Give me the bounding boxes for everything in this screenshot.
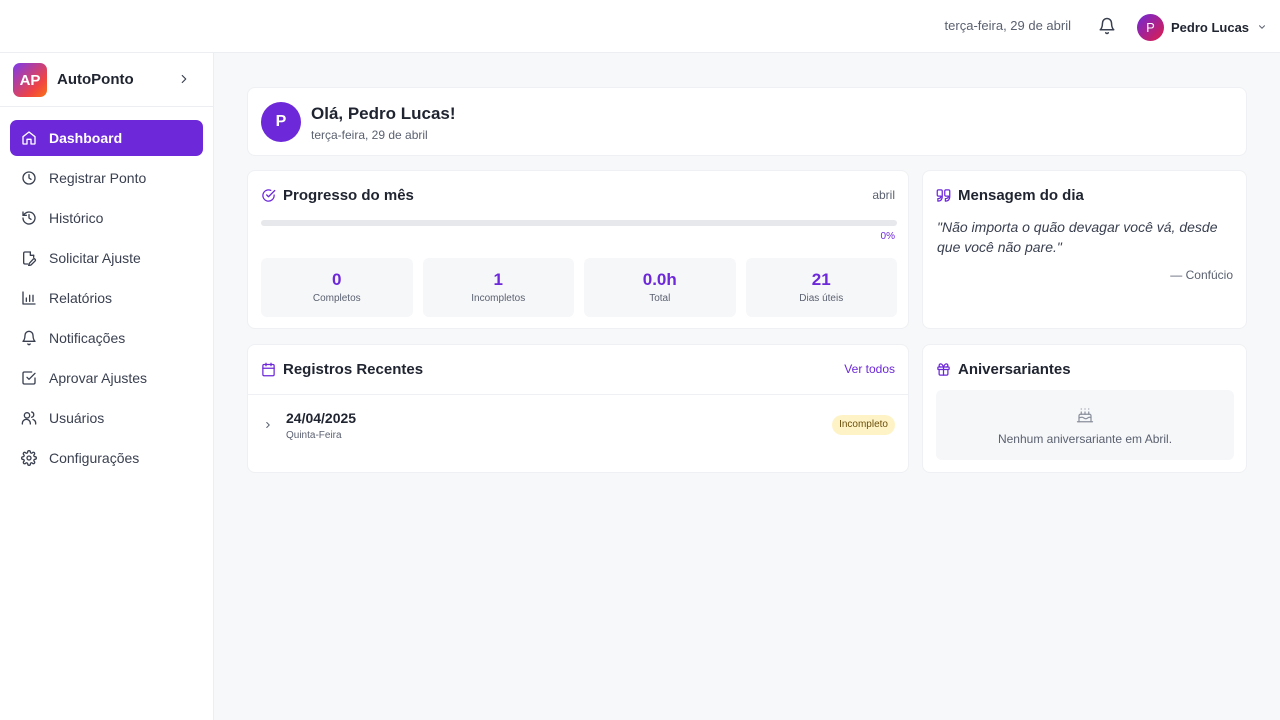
sidebar-nav: Dashboard Registrar Ponto Histórico Soli… [10,120,203,480]
sidebar-item-label: Notificações [49,330,126,346]
sidebar-item-usuarios[interactable]: Usuários [10,400,203,436]
record-date: 24/04/2025 [286,410,357,426]
see-all-link[interactable]: Ver todos [844,362,895,376]
stat-total: 0.0h Total [584,258,736,317]
avatar: P [1137,13,1164,41]
users-icon [21,411,37,425]
sidebar-item-label: Aprovar Ajustes [49,370,148,386]
stat-value: 0.0h [642,270,677,289]
recent-header: Registros Recentes [261,361,423,378]
stat-label: Completos [312,293,361,304]
chevron-right-icon [266,421,270,429]
sidebar-item-label: Configurações [49,450,140,466]
message-header: Mensagem do dia [936,187,1084,204]
calendar-icon [262,362,275,377]
greeting-card: P Olá, Pedro Lucas! terça-feira, 29 de a… [247,87,1247,156]
list-item[interactable]: 24/04/2025 Quinta-Feira Incompleto [248,395,908,455]
user-name: Pedro Lucas [1171,19,1250,35]
gear-icon [21,450,37,466]
message-title: Mensagem do dia [958,187,1084,204]
chevron-down-icon [1259,25,1266,29]
progress-card: Progresso do mês abril 0% 0 Completos 1 … [247,170,909,329]
gift-icon [937,363,950,376]
recent-records-card: Registros Recentes Ver todos 24/04/2025 … [247,344,909,473]
quote-author: — Confúcio [1170,268,1233,282]
avatar: P [261,102,301,142]
check-square-icon [22,371,36,385]
stat-value: 21 [811,270,831,289]
progress-title: Progresso do mês [283,187,414,204]
stat-label: Dias úteis [799,293,844,304]
greeting-date: terça-feira, 29 de abril [311,128,428,142]
message-card: Mensagem do dia "Não importa o quão deva… [922,170,1247,329]
top-header: terça-feira, 29 de abril P Pedro Lucas [0,0,1280,53]
sidebar-item-aprovar-ajustes[interactable]: Aprovar Ajustes [10,360,203,396]
birthdays-card: Aniversariantes Nenhum aniversariante em… [922,344,1247,473]
app-logo[interactable]: AP [13,63,47,97]
status-badge: Incompleto [832,415,895,435]
stat-incompletos: 1 Incompletos [422,258,574,317]
greeting-title: Olá, Pedro Lucas! [311,104,456,123]
app-name: AutoPonto [57,71,134,88]
sidebar-item-relatorios[interactable]: Relatórios [10,280,203,316]
header-date: terça-feira, 29 de abril [944,18,1071,33]
bell-icon [22,330,36,346]
progress-month: abril [872,188,895,202]
home-icon [22,131,36,145]
stat-label: Incompletos [471,293,526,304]
sidebar-item-label: Relatórios [49,290,113,306]
recent-title: Registros Recentes [283,361,424,378]
stat-value: 0 [332,270,342,289]
sidebar-item-configuracoes[interactable]: Configurações [10,440,203,476]
stat-completos: 0 Completos [261,258,413,317]
sidebar-item-label: Registrar Ponto [49,170,147,186]
sidebar-item-dashboard[interactable]: Dashboard [10,120,203,156]
stat-value: 1 [493,270,503,289]
clock-icon [22,171,36,185]
user-menu[interactable]: P Pedro Lucas [1137,13,1267,41]
progress-percent: 0% [880,231,895,242]
stat-dias-uteis: 21 Dias úteis [745,258,897,317]
birthdays-header: Aniversariantes [936,361,1071,378]
history-icon [22,211,36,225]
birthdays-empty-state: Nenhum aniversariante em Abril. [936,390,1234,460]
cake-icon [1076,408,1094,423]
sidebar-item-registrar-ponto[interactable]: Registrar Ponto [10,160,203,196]
brand: AP AutoPonto [0,53,213,107]
quote-text: "Não importa o quão devagar você vá, des… [937,219,1218,255]
check-circle-icon [262,189,276,202]
chevron-right-icon[interactable] [177,72,191,86]
sidebar-item-solicitar-ajuste[interactable]: Solicitar Ajuste [10,240,203,276]
sidebar-item-historico[interactable]: Histórico [10,200,203,236]
record-weekday: Quinta-Feira [286,430,342,441]
birthdays-empty-message: Nenhum aniversariante em Abril. [997,432,1173,446]
file-edit-icon [23,251,37,266]
stat-label: Total [649,293,671,304]
quote-icon [936,189,951,202]
progress-bar [261,220,897,226]
progress-header: Progresso do mês [261,187,414,204]
sidebar-item-notificacoes[interactable]: Notificações [10,320,203,356]
sidebar-item-label: Dashboard [49,130,123,146]
birthdays-title: Aniversariantes [958,361,1071,378]
bar-chart-icon [22,291,36,305]
stats-row: 0 Completos 1 Incompletos 0.0h Total 21 … [261,258,897,317]
sidebar-item-label: Histórico [49,210,104,226]
bell-icon[interactable] [1098,17,1116,35]
sidebar-item-label: Usuários [49,410,105,426]
sidebar: AP AutoPonto Dashboard Registrar Ponto H… [0,53,214,720]
sidebar-item-label: Solicitar Ajuste [49,250,141,266]
